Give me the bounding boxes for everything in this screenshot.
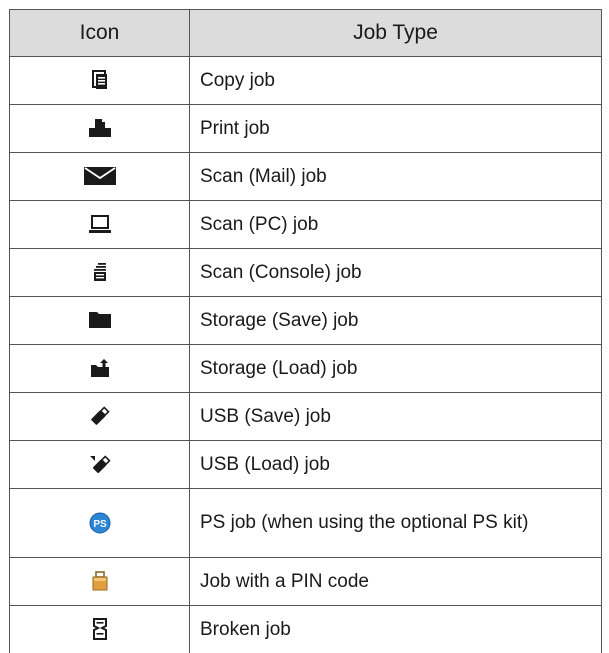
table-row: USB (Load) job [10,441,602,489]
table-row: Storage (Save) job [10,297,602,345]
pin-lock-icon [91,571,109,591]
usb-save-icon [90,406,110,426]
job-type-label: Broken job [190,606,602,653]
job-type-label: Storage (Load) job [190,345,602,393]
usb-load-icon [89,454,111,474]
table-row: Broken job [10,606,602,653]
job-type-label: Scan (Console) job [190,249,602,297]
table-header-row: Icon Job Type [10,10,602,57]
folder-load-icon [90,358,110,378]
table-row: Scan (Mail) job [10,153,602,201]
scan-console-icon [92,262,108,282]
table-row: Print job [10,105,602,153]
broken-job-icon [91,618,109,640]
mail-envelope-icon [83,166,117,186]
job-type-label: Job with a PIN code [190,558,602,606]
svg-text:PS: PS [93,519,107,530]
job-type-label: USB (Save) job [190,393,602,441]
table-row: Storage (Load) job [10,345,602,393]
job-type-label: Copy job [190,57,602,105]
laptop-pc-icon [88,214,112,234]
table-row: USB (Save) job [10,393,602,441]
table-row: Job with a PIN code [10,558,602,606]
job-type-label: PS job (when using the optional PS kit) [190,489,602,558]
job-type-label: Scan (PC) job [190,201,602,249]
job-type-label: USB (Load) job [190,441,602,489]
column-header-icon: Icon [10,10,190,57]
table-row: PS PS job (when using the optional PS ki… [10,489,602,558]
column-header-job-type: Job Type [190,10,602,57]
job-type-table: Icon Job Type Copy job [9,9,602,653]
table-row: Copy job [10,57,602,105]
copy-job-icon [92,70,108,90]
folder-icon [88,311,112,329]
job-type-label: Print job [190,105,602,153]
job-type-label: Storage (Save) job [190,297,602,345]
table-row: Scan (PC) job [10,201,602,249]
table-row: Scan (Console) job [10,249,602,297]
ps-icon: PS [89,512,111,534]
job-type-label: Scan (Mail) job [190,153,602,201]
print-job-icon [88,118,112,138]
